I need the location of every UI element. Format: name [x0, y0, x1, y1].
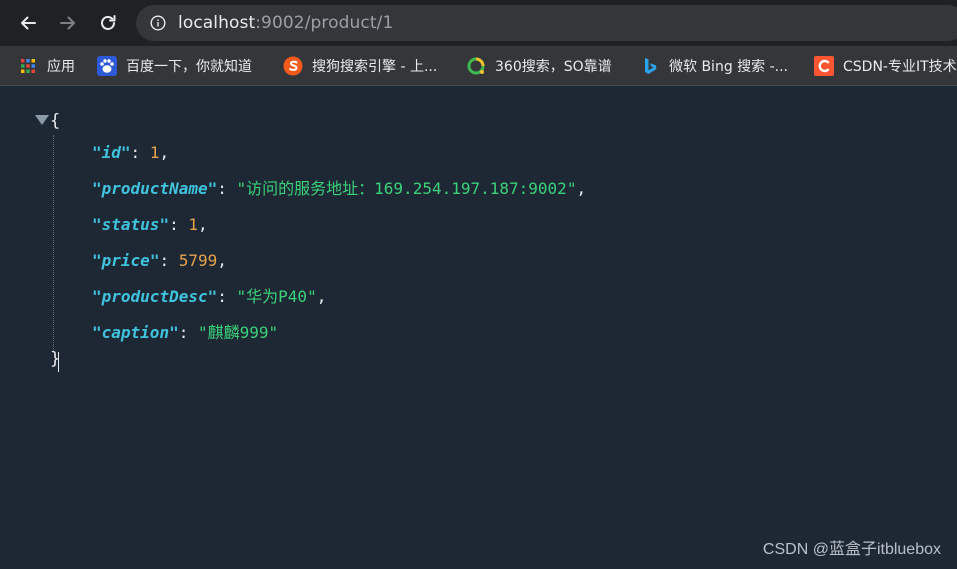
- bookmark-csdn[interactable]: CSDN-专业IT技术: [814, 53, 957, 79]
- address-bar[interactable]: localhost:9002/product/1: [136, 5, 957, 41]
- bookmark-label: 微软 Bing 搜索 -...: [669, 59, 789, 75]
- json-value: 访问的服务地址：169.254.197.187:9002: [246, 179, 567, 198]
- json-entry-price: "price": 5799,: [92, 251, 227, 270]
- bookmark-label: CSDN-专业IT技术: [843, 59, 957, 75]
- bookmark-360[interactable]: 360搜索，SO靠谱: [466, 53, 612, 79]
- url-path: :9002/product/1: [255, 13, 394, 33]
- json-value: 1: [149, 143, 160, 162]
- watermark: CSDN @蓝盒子itbluebox: [762, 541, 941, 558]
- open-brace: {: [50, 111, 61, 131]
- json-value: 麒麟999: [207, 323, 269, 342]
- url-host: localhost: [178, 13, 256, 33]
- reload-button[interactable]: [93, 8, 123, 38]
- apps-grid-icon: [18, 56, 38, 76]
- arrow-right-icon: [60, 16, 75, 30]
- json-key: price: [101, 251, 150, 270]
- bookmark-baidu[interactable]: 百度一下，你就知道: [97, 53, 252, 79]
- json-value: 5799: [178, 251, 218, 270]
- json-entry-productDesc: "productDesc": "华为P40",: [92, 287, 327, 306]
- json-viewer: { "id": 1, "productName": "访问的服务地址：169.2…: [0, 87, 957, 569]
- json-entry-productName: "productName": "访问的服务地址：169.254.197.187:…: [92, 179, 587, 198]
- json-key: status: [101, 215, 160, 234]
- json-entry-caption: "caption": "麒麟999": [92, 323, 279, 342]
- browser-toolbar: localhost:9002/product/1: [0, 0, 957, 46]
- text-cursor: [58, 352, 59, 372]
- forward-button[interactable]: [53, 8, 83, 38]
- bing-icon: [640, 56, 660, 76]
- json-entry-status: "status": 1,: [92, 215, 208, 234]
- info-icon[interactable]: [150, 15, 166, 31]
- indent-guide: [53, 135, 54, 351]
- csdn-icon: [814, 56, 834, 76]
- baidu-paw-icon: [97, 56, 117, 76]
- json-key: id: [101, 143, 121, 162]
- url-text[interactable]: localhost:9002/product/1: [178, 13, 393, 33]
- json-value: 1: [188, 215, 198, 234]
- bookmark-apps[interactable]: 应用: [18, 53, 75, 79]
- reload-icon: [101, 15, 116, 30]
- bookmark-label: 百度一下，你就知道: [126, 59, 252, 75]
- json-entry-id: "id": 1,: [92, 143, 170, 162]
- back-button[interactable]: [13, 8, 43, 38]
- bookmark-sogou[interactable]: 搜狗搜索引擎 - 上...: [283, 53, 437, 79]
- json-value: 华为P40: [246, 287, 308, 306]
- json-key: productName: [101, 179, 208, 198]
- bookmark-label: 搜狗搜索引擎 - 上...: [312, 59, 438, 75]
- bookmark-bing[interactable]: 微软 Bing 搜索 -...: [640, 53, 788, 79]
- 360-icon: [466, 56, 486, 76]
- bookmarks-bar: 应用 百度一下，你就知道 搜狗搜索引擎 - 上... 360搜索，SO靠谱 微软…: [0, 46, 957, 86]
- json-key: caption: [101, 323, 170, 342]
- bookmark-label: 360搜索，SO靠谱: [495, 59, 612, 75]
- bookmark-label: 应用: [47, 59, 75, 75]
- collapse-toggle-icon[interactable]: [35, 115, 49, 125]
- arrow-left-icon: [21, 16, 36, 30]
- sogou-icon: [283, 56, 303, 76]
- json-key: productDesc: [101, 287, 208, 306]
